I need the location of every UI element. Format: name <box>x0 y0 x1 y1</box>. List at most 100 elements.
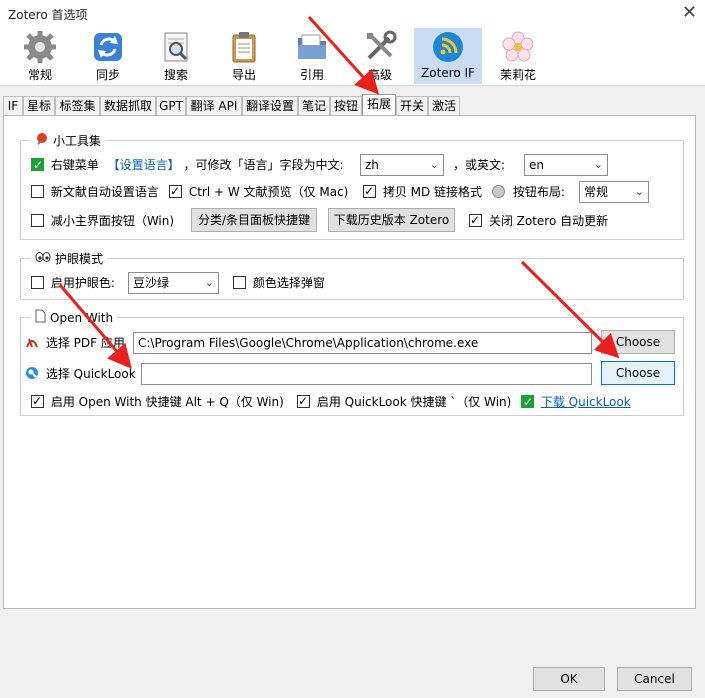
disable-auto-update-row[interactable]: 关闭 Zotero 自动更新 <box>469 211 609 230</box>
download-history-button[interactable]: 下载历史版本 Zotero <box>328 208 455 232</box>
eyes-icon <box>35 251 51 266</box>
toolbar-label: Zotero IF <box>421 66 475 80</box>
eye-group-legend: 护眼模式 <box>31 250 108 267</box>
toolbar-label: 同步 <box>95 68 120 82</box>
tab-star[interactable]: 星标 <box>23 96 55 116</box>
choose-pdf-app-button[interactable]: Choose <box>601 330 675 354</box>
button-layout-label: 按钮布局: <box>512 185 565 199</box>
toolbar-label: 导出 <box>231 68 256 82</box>
button-layout-select[interactable]: 常规 ⌄ <box>579 181 649 203</box>
open-with-shortcut-row[interactable]: 启用 Open With 快捷键 Alt + Q（仅 Win) <box>31 392 284 411</box>
tab-if[interactable]: IF <box>3 96 23 116</box>
ok-button[interactable]: OK <box>533 667 605 691</box>
eye-color-select[interactable]: 豆沙绿 ⌄ <box>128 272 219 294</box>
zotero-if-icon <box>431 30 465 64</box>
search-doc-icon <box>159 30 193 64</box>
quicklook-shortcut-row[interactable]: 启用 QuickLook 快捷键 `（仅 Win) <box>297 392 512 411</box>
english-language-select[interactable]: en ⌄ <box>524 154 608 176</box>
or-english-text: ，或英文: <box>453 158 506 172</box>
toolbar-label: 茉莉花 <box>499 68 536 82</box>
open-with-group: Open With 选择 PDF 应用 C:\Program Files\Goo… <box>20 309 684 416</box>
disable-auto-update-checkbox[interactable] <box>469 211 482 229</box>
toolbar-item-advanced[interactable]: 高级 <box>346 28 414 84</box>
toolbar-label: 引用 <box>299 68 324 82</box>
toolbar-item-search[interactable]: 搜索 <box>142 28 210 84</box>
enable-eye-label: 启用护眼色: <box>50 276 115 290</box>
enable-eye-row[interactable]: 启用护眼色: <box>31 274 115 292</box>
color-popup-row[interactable]: 颜色选择弹窗 <box>233 274 325 292</box>
ctrl-w-preview-checkbox[interactable] <box>169 182 182 200</box>
sync-icon <box>91 30 125 64</box>
tab-tag-set[interactable]: 标签集 <box>55 96 100 116</box>
quicklook-label: 选择 QuickLook <box>45 367 136 381</box>
reduce-buttons-row[interactable]: 减小主界面按钮（Win) <box>31 212 174 230</box>
right-click-menu-row: 右键菜单 【设置语言】 ，可修改「语言」字段为中文: <box>31 156 344 174</box>
eye-group-title: 护眼模式 <box>55 252 104 266</box>
tab-translate-api[interactable]: 翻译 API <box>186 96 242 116</box>
quicklook-shortcut-checkbox[interactable] <box>297 392 310 410</box>
ctrl-w-preview-row[interactable]: Ctrl + W 文献预览（仅 Mac) <box>169 182 348 201</box>
tab-notes[interactable]: 笔记 <box>298 96 330 116</box>
disable-auto-update-label: 关闭 Zotero 自动更新 <box>488 214 609 228</box>
download-quicklook-row[interactable]: 下载 QuickLook <box>521 393 631 411</box>
close-icon[interactable]: ✕ <box>682 2 697 23</box>
tab-translate-settings[interactable]: 翻译设置 <box>242 96 298 116</box>
chevron-down-icon: ⌄ <box>429 158 439 171</box>
reduce-buttons-checkbox[interactable] <box>31 214 44 227</box>
toolbar-label: 常规 <box>27 68 52 82</box>
eye-color-value: 豆沙绿 <box>133 276 170 290</box>
tab-extensions[interactable]: 拓展 <box>362 94 396 116</box>
modify-language-text: ，可修改「语言」字段为中文: <box>183 158 344 172</box>
tools-group-legend: 小工具集 <box>31 132 106 149</box>
window-title: Zotero 首选项 <box>8 8 88 22</box>
tab-switches[interactable]: 开关 <box>396 96 428 116</box>
tools-icon <box>363 30 397 64</box>
title-bar: Zotero 首选项 ✕ <box>0 0 705 28</box>
tools-pin-icon <box>35 132 49 149</box>
set-language-link[interactable]: 【设置语言】 <box>108 158 180 172</box>
toolbar-label: 搜索 <box>163 68 188 82</box>
right-click-menu-checkbox[interactable] <box>31 156 44 174</box>
new-item-language-label: 新文献自动设置语言 <box>50 185 159 199</box>
copy-md-checkbox[interactable] <box>363 182 376 200</box>
category-shortcut-button[interactable]: 分类/条目面板快捷键 <box>191 208 317 232</box>
new-item-language-row[interactable]: 新文献自动设置语言 <box>31 183 159 201</box>
pdf-icon <box>25 335 39 354</box>
tools-group: 小工具集 右键菜单 【设置语言】 ，可修改「语言」字段为中文: zh ⌄ ，或英… <box>20 132 684 240</box>
pdf-app-path-field[interactable]: C:\Program Files\Google\Chrome\Applicati… <box>133 332 592 354</box>
quicklook-path-field[interactable] <box>141 363 592 385</box>
tab-gpt[interactable]: GPT <box>156 96 186 116</box>
folder-icon <box>295 30 329 64</box>
button-layout-row: 按钮布局: <box>492 183 565 201</box>
toolbar-item-sync[interactable]: 同步 <box>74 28 142 84</box>
download-quicklook-checkbox[interactable] <box>521 393 534 411</box>
choose-quicklook-button[interactable]: Choose <box>601 361 675 385</box>
document-icon <box>35 309 46 326</box>
right-click-menu-label: 右键菜单 <box>50 158 99 172</box>
open-with-shortcut-checkbox[interactable] <box>31 392 44 410</box>
eye-protection-group: 护眼模式 启用护眼色: 豆沙绿 ⌄ 颜色选择弹窗 <box>20 250 684 300</box>
toolbar-item-export[interactable]: 导出 <box>210 28 278 84</box>
color-popup-checkbox[interactable] <box>233 276 246 289</box>
copy-md-row[interactable]: 拷贝 MD 链接格式 <box>363 182 482 201</box>
open-with-title: Open With <box>50 310 114 325</box>
cancel-button[interactable]: Cancel <box>617 667 692 691</box>
toolbar-item-zotero-if[interactable]: Zotero IF <box>414 28 482 84</box>
pdf-app-row: 选择 PDF 应用 <box>25 334 125 354</box>
quicklook-shortcut-label: 启用 QuickLook 快捷键 `（仅 Win) <box>316 395 512 409</box>
toolbar-item-cite[interactable]: 引用 <box>278 28 346 84</box>
enable-eye-checkbox[interactable] <box>31 276 44 289</box>
toolbar-item-general[interactable]: 常规 <box>6 28 74 84</box>
toolbar-item-jasmine[interactable]: 茉莉花 <box>484 28 552 84</box>
toolbar-label: 高级 <box>367 68 392 82</box>
open-with-legend: Open With <box>31 309 118 326</box>
chinese-language-select[interactable]: zh ⌄ <box>360 154 444 176</box>
jasmine-flower-icon <box>501 30 535 64</box>
pdf-app-label: 选择 PDF 应用 <box>45 336 125 350</box>
tab-data-fetch[interactable]: 数据抓取 <box>100 96 156 116</box>
tab-buttons[interactable]: 按钮 <box>330 96 362 116</box>
quicklook-row: 选择 QuickLook <box>25 365 136 385</box>
download-quicklook-link[interactable]: 下载 QuickLook <box>541 395 631 409</box>
new-item-language-checkbox[interactable] <box>31 185 44 198</box>
tab-activate[interactable]: 激活 <box>428 96 460 116</box>
